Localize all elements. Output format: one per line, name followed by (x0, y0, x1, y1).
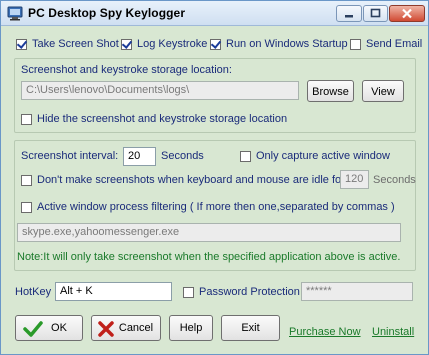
maximize-button[interactable] (363, 5, 388, 22)
idle-label: Don't make screenshots when keyboard and… (37, 174, 345, 186)
ok-label: OK (51, 322, 67, 334)
storage-heading: Screenshot and keystroke storage locatio… (21, 64, 232, 76)
interval-input[interactable]: 20 (123, 147, 156, 166)
interval-unit: Seconds (161, 150, 204, 162)
close-icon (390, 6, 424, 21)
password-protection-checkbox[interactable]: Password Protection (183, 286, 300, 298)
hide-location-label: Hide the screenshot and keystroke storag… (37, 113, 288, 125)
hide-location-checkbox[interactable]: Hide the screenshot and keystroke storag… (21, 113, 287, 125)
uninstall-link[interactable]: Uninstall (372, 326, 414, 338)
active-window-only-box[interactable] (240, 150, 251, 162)
send-email-label: Send Email (366, 38, 423, 50)
minimize-icon (337, 6, 361, 21)
browse-button[interactable]: Browse (307, 80, 354, 102)
password-input[interactable]: ****** (301, 282, 413, 301)
maximize-icon (364, 6, 387, 21)
exit-label: Exit (241, 322, 260, 334)
log-keystroke-box[interactable] (121, 38, 132, 50)
interval-label: Screenshot interval: (21, 150, 119, 162)
hotkey-input[interactable]: Alt + K (55, 282, 172, 301)
send-email-checkbox[interactable]: Send Email (350, 38, 422, 50)
exit-button[interactable]: Exit (221, 315, 280, 341)
idle-box[interactable] (21, 174, 32, 186)
run-on-startup-box[interactable] (210, 38, 221, 50)
active-window-only-checkbox[interactable]: Only capture active window (240, 150, 390, 162)
cancel-button[interactable]: Cancel (91, 315, 161, 341)
process-filter-label: Active window process filtering ( If mor… (37, 201, 395, 213)
log-keystroke-checkbox[interactable]: Log Keystroke (121, 38, 207, 50)
help-button[interactable]: Help (169, 315, 213, 341)
idle-unit: Seconds (373, 174, 416, 186)
process-filter-checkbox[interactable]: Active window process filtering ( If mor… (21, 201, 395, 213)
window-title: PC Desktop Spy Keylogger (28, 6, 186, 20)
idle-seconds-input[interactable]: 120 (340, 170, 369, 189)
title-bar[interactable]: PC Desktop Spy Keylogger (1, 1, 428, 26)
send-email-box[interactable] (350, 38, 361, 50)
password-protection-label: Password Protection (199, 286, 300, 298)
filter-note: Note:It will only take screenshot when t… (17, 251, 401, 263)
take-screenshot-label: Take Screen Shot (32, 38, 119, 50)
app-window: PC Desktop Spy Keylogger Take Screen Sho… (0, 0, 429, 355)
run-on-startup-label: Run on Windows Startup (226, 38, 348, 50)
storage-path-field[interactable]: C:\Users\lenovo\Documents\logs\ (21, 81, 299, 100)
view-button[interactable]: View (362, 80, 404, 102)
cancel-label: Cancel (118, 322, 154, 334)
help-label: Help (179, 322, 203, 334)
password-protection-box[interactable] (183, 286, 194, 298)
hide-location-box[interactable] (21, 113, 32, 125)
run-on-startup-checkbox[interactable]: Run on Windows Startup (210, 38, 348, 50)
active-window-only-label: Only capture active window (256, 150, 390, 162)
browse-label: Browse (312, 86, 349, 98)
log-keystroke-label: Log Keystroke (137, 38, 208, 50)
purchase-now-link[interactable]: Purchase Now (289, 326, 361, 338)
hotkey-label: HotKey (15, 286, 52, 298)
minimize-button[interactable] (336, 5, 362, 22)
keylogger-app-icon (7, 6, 23, 21)
ok-button[interactable]: OK (15, 315, 83, 341)
take-screenshot-box[interactable] (16, 38, 27, 50)
process-filter-box[interactable] (21, 201, 32, 213)
close-button[interactable] (389, 5, 425, 22)
take-screenshot-checkbox[interactable]: Take Screen Shot (16, 38, 119, 50)
idle-checkbox[interactable]: Don't make screenshots when keyboard and… (21, 174, 345, 186)
view-label: View (371, 86, 395, 98)
process-filter-input[interactable]: skype.exe,yahoomessenger.exe (17, 223, 401, 242)
